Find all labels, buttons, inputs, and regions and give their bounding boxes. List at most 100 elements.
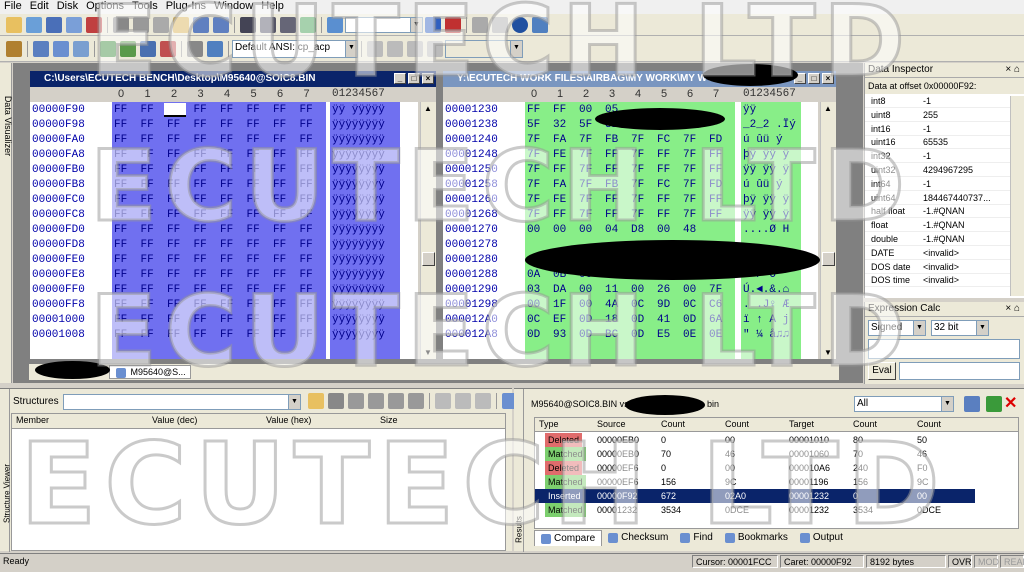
minimize-icon[interactable]: _	[394, 73, 406, 84]
hex-byte[interactable]: 00	[579, 223, 592, 238]
hex-byte[interactable]: FF	[141, 223, 154, 238]
hex-byte[interactable]: 5F	[527, 118, 540, 133]
results-tab[interactable]: Results	[514, 389, 524, 552]
hex-byte[interactable]: FF	[114, 238, 127, 253]
compare-column-header[interactable]: Count	[853, 419, 877, 429]
text-cell[interactable]: ÿÿÿÿÿÿÿÿ	[332, 268, 385, 283]
hex-byte[interactable]: FF	[273, 208, 286, 223]
hex-byte[interactable]: 7F	[683, 178, 696, 193]
hex-byte[interactable]: 7F	[579, 178, 592, 193]
hex-byte[interactable]: FF	[220, 148, 233, 163]
hex-byte[interactable]: FF	[247, 133, 260, 148]
hex-byte[interactable]: D8	[631, 223, 644, 238]
hex-byte[interactable]: FF	[194, 283, 207, 298]
hex-byte[interactable]: FF	[300, 238, 313, 253]
last-icon[interactable]	[427, 40, 443, 57]
hex-byte[interactable]: FF	[273, 178, 286, 193]
tab-checksum[interactable]: Checksum	[602, 530, 674, 546]
hex-byte[interactable]: FF	[194, 208, 207, 223]
text-cell[interactable]: ÿÿÿÿÿÿÿÿ	[332, 208, 385, 223]
hex-byte[interactable]: FF	[220, 163, 233, 178]
hex-byte[interactable]: 32	[553, 118, 566, 133]
hex-byte[interactable]: FF	[141, 118, 154, 133]
hex-byte[interactable]: 0D	[527, 328, 540, 343]
inspector-row[interactable]: uint16 65535	[865, 135, 1011, 150]
hex-byte[interactable]: FF	[273, 193, 286, 208]
hex-byte[interactable]: FF	[709, 163, 722, 178]
checksum-icon[interactable]	[100, 40, 116, 57]
save-all-icon[interactable]	[66, 16, 82, 33]
hex-byte[interactable]: FF	[247, 208, 260, 223]
file-tab[interactable]: M95640@S...	[109, 365, 191, 379]
hex-byte[interactable]: FF	[300, 103, 313, 118]
hex-byte[interactable]: FF	[220, 328, 233, 343]
hex-byte[interactable]: FF	[247, 223, 260, 238]
hex-byte[interactable]: 7F	[579, 148, 592, 163]
hex-byte[interactable]: FF	[220, 193, 233, 208]
hex-byte[interactable]: FF	[247, 298, 260, 313]
hex-byte[interactable]: FF	[300, 298, 313, 313]
close-file-icon[interactable]	[86, 16, 102, 33]
hex-byte[interactable]: FF	[167, 283, 180, 298]
compare-column-header[interactable]: Count	[725, 419, 749, 429]
chevron-down-icon[interactable]: ▼	[976, 321, 988, 335]
hex-byte[interactable]: FE	[553, 193, 566, 208]
hex-byte[interactable]: FF	[141, 268, 154, 283]
hex-byte[interactable]: FF	[220, 253, 233, 268]
hex-byte[interactable]: FF	[194, 163, 207, 178]
text-cell[interactable]: Ú.◄.&.⌂	[743, 283, 789, 298]
close-icon[interactable]: ×	[822, 73, 834, 84]
hex-byte[interactable]: 7F	[683, 163, 696, 178]
paste-icon[interactable]	[455, 393, 471, 409]
hex-byte[interactable]: FF	[167, 253, 180, 268]
hex-byte[interactable]: FF	[114, 253, 127, 268]
chevron-down-icon[interactable]: ▼	[288, 395, 300, 409]
hex-byte[interactable]: FF	[220, 208, 233, 223]
hex-byte[interactable]: FF	[167, 163, 180, 178]
hex-byte[interactable]: 7F	[631, 148, 644, 163]
hex-byte[interactable]: FF	[273, 223, 286, 238]
text-cell[interactable]: ÿÿÿÿÿÿÿÿ	[332, 313, 385, 328]
hex-byte[interactable]: FF	[605, 163, 618, 178]
duplicate-icon[interactable]	[53, 40, 69, 57]
scroll-up-icon[interactable]: ▲	[424, 104, 432, 113]
scroll-down-icon[interactable]: ▼	[824, 348, 832, 357]
hex-byte[interactable]: FE	[553, 148, 566, 163]
tab-find[interactable]: Find	[674, 530, 718, 546]
hex-byte[interactable]: 03	[527, 283, 540, 298]
hex-byte[interactable]: FF	[527, 103, 540, 118]
hex-calc-icon[interactable]	[492, 16, 508, 33]
up-icon[interactable]	[408, 393, 424, 409]
text-cell[interactable]: ÿÿ ÿÿ ÿ	[743, 163, 789, 178]
hex-byte[interactable]: FF	[300, 133, 313, 148]
hex-byte[interactable]: FD	[709, 133, 722, 148]
open-icon[interactable]	[308, 393, 324, 409]
hex-byte[interactable]: FF	[194, 148, 207, 163]
chevron-down-icon[interactable]: ▼	[941, 397, 953, 411]
hex-byte[interactable]: 7F	[709, 283, 722, 298]
text-cell[interactable]: ÿÿÿÿÿÿÿÿ	[332, 148, 385, 163]
hex-byte[interactable]: FF	[300, 313, 313, 328]
menu-item-file[interactable]: File	[0, 0, 26, 14]
hex-byte[interactable]: 5F	[579, 118, 592, 133]
hex-byte[interactable]: 7F	[631, 178, 644, 193]
hex-byte[interactable]: FF	[605, 148, 618, 163]
next-icon[interactable]	[407, 40, 423, 57]
hex-byte[interactable]: 00	[579, 103, 592, 118]
tab-bookmarks[interactable]: Bookmarks	[719, 530, 794, 546]
hex-byte[interactable]: FF	[273, 133, 286, 148]
text-cell[interactable]: ÿÿ	[743, 103, 756, 118]
hex-byte[interactable]: FC	[657, 178, 670, 193]
compare-column-header[interactable]: Count	[661, 419, 685, 429]
inspector-row[interactable]: DATE <invalid>	[865, 246, 1011, 260]
hex-byte[interactable]: FF	[300, 328, 313, 343]
grid-icon[interactable]	[207, 40, 223, 57]
hex-byte[interactable]: BC	[605, 328, 618, 343]
text-cell[interactable]: ú ûü ý	[743, 133, 783, 148]
right-scrollbar[interactable]: ▲ ▼	[820, 102, 836, 359]
bookmark-icon[interactable]	[327, 16, 343, 33]
hex-byte[interactable]: FF	[553, 163, 566, 178]
hex-byte[interactable]: 7F	[631, 163, 644, 178]
hex-byte[interactable]: FF	[114, 103, 127, 118]
menu-item-disk[interactable]: Disk	[53, 0, 82, 14]
